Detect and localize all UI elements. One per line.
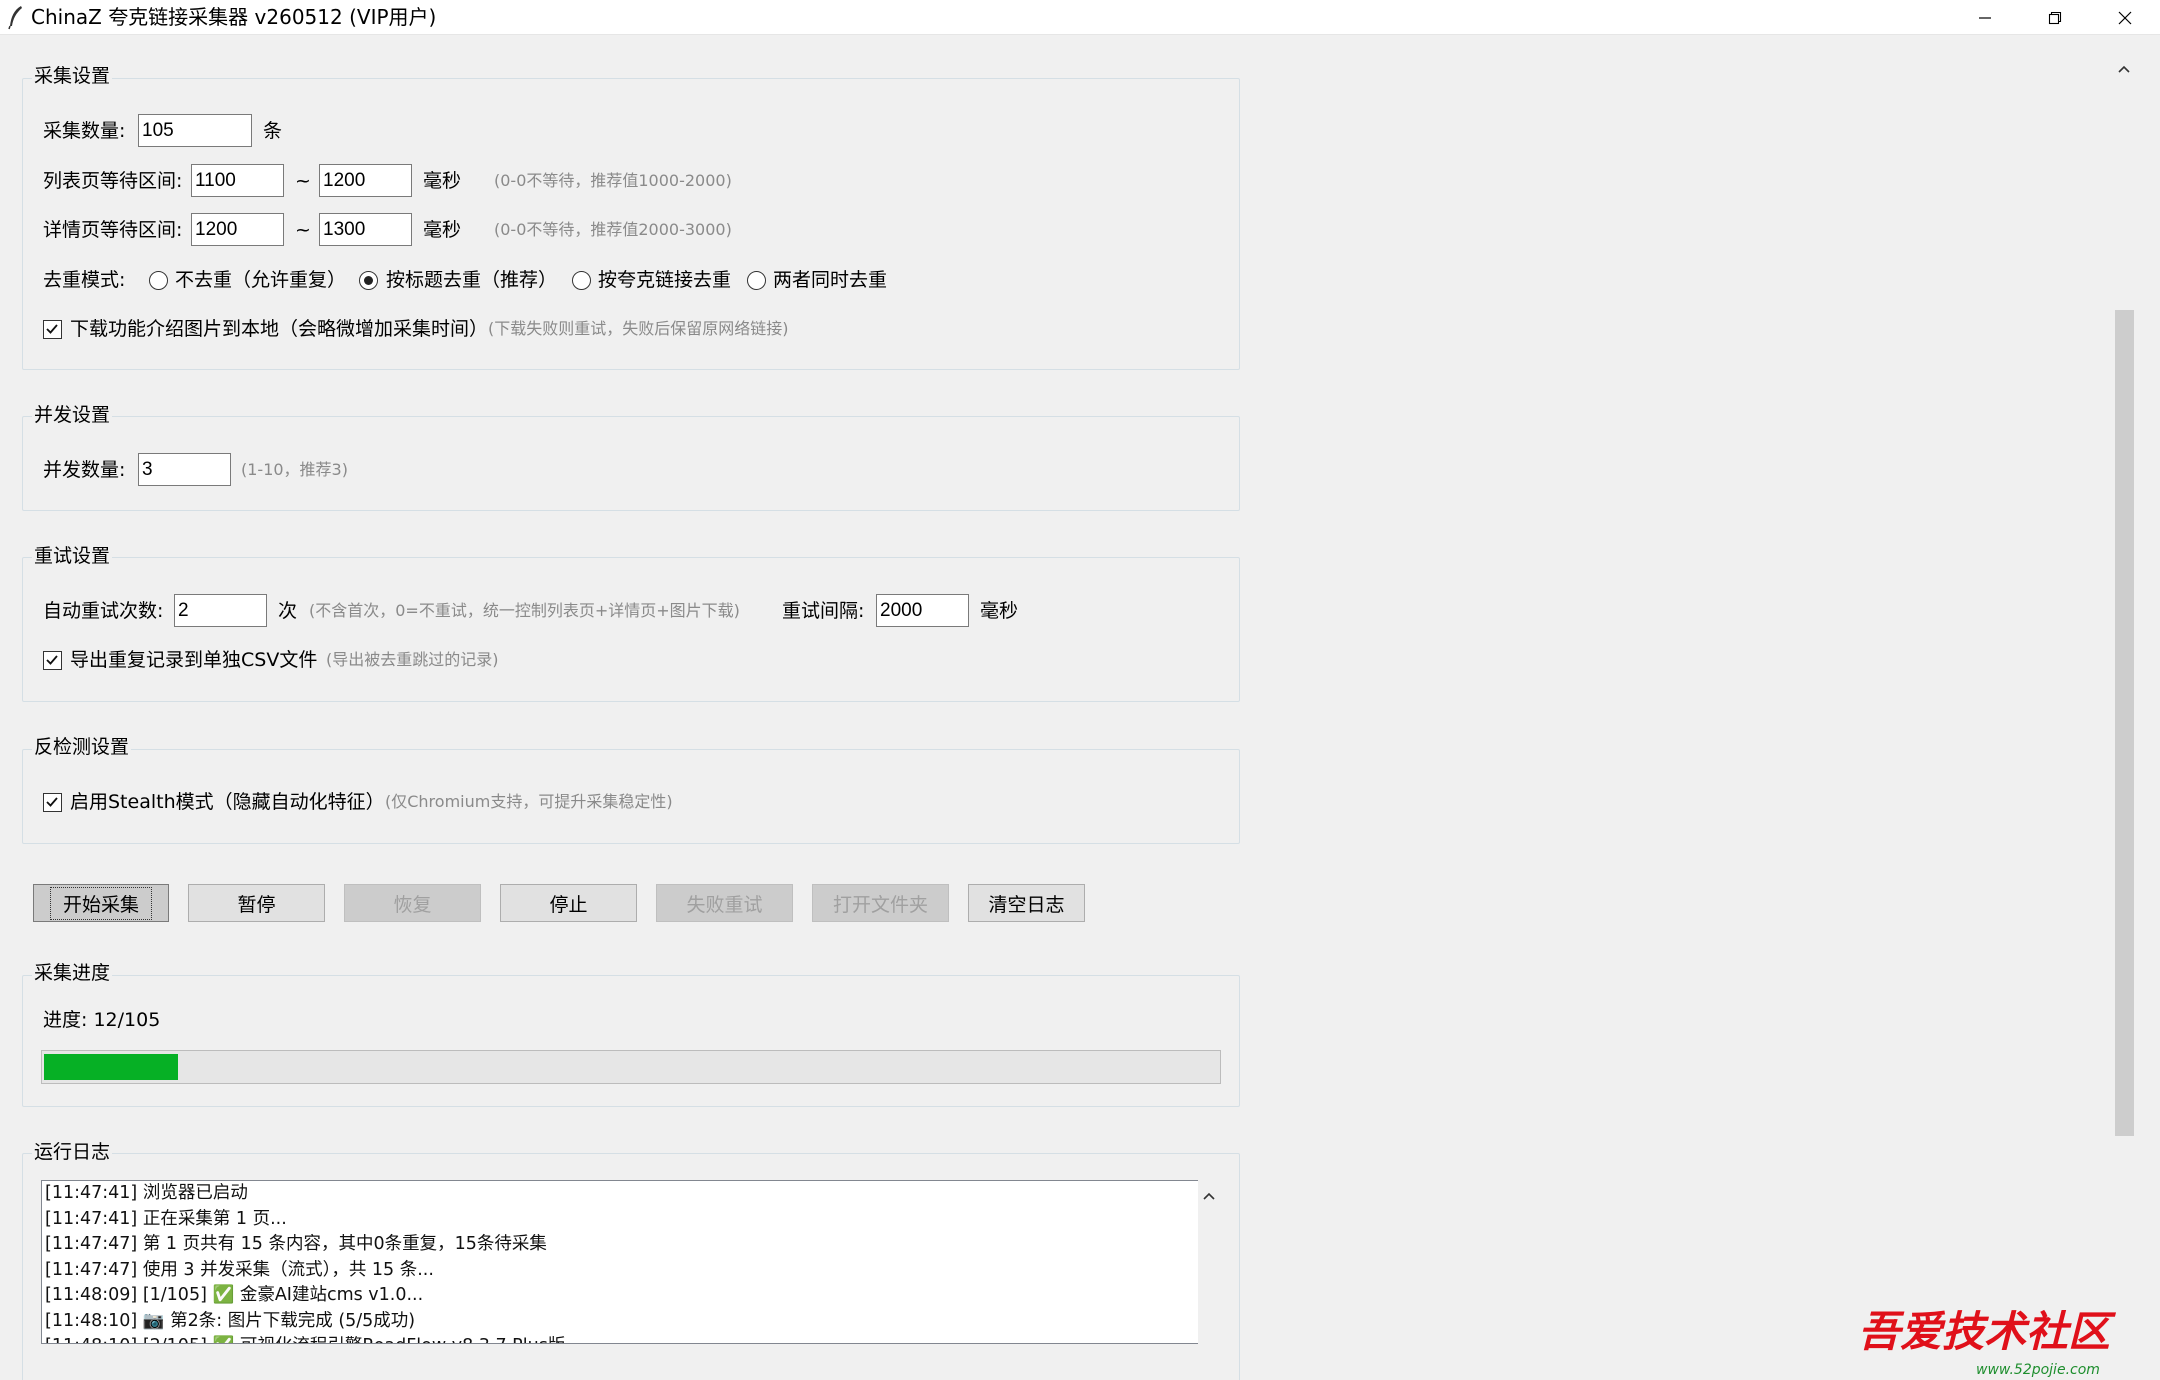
feather-icon (8, 6, 22, 30)
window-title: ChinaZ 夸克链接采集器 v260512 (VIP用户) (31, 5, 437, 29)
close-button[interactable] (2090, 0, 2160, 35)
close-icon (2118, 11, 2132, 24)
open-folder-button[interactable]: 打开文件夹 (812, 884, 949, 922)
detail-wait-max-input[interactable]: 1300 (319, 213, 412, 246)
retry-count-label: 自动重试次数: (43, 600, 164, 622)
checkmark-icon (46, 324, 58, 334)
stealth-checkbox[interactable] (43, 793, 62, 812)
retry-interval-label: 重试间隔: (782, 600, 865, 622)
minimize-icon (1979, 16, 1991, 19)
list-wait-min-input[interactable]: 1100 (191, 164, 284, 197)
retry-count-unit: 次 (278, 600, 298, 622)
log-textbox[interactable]: [11:47:41] 浏览器已启动 [11:47:41] 正在采集第 1 页...… (41, 1180, 1199, 1344)
dedupe-option-link[interactable]: 按夸克链接去重 (598, 267, 731, 293)
retry-interval-unit: 毫秒 (980, 600, 1019, 622)
retry-count-input[interactable]: 2 (174, 594, 267, 627)
retry-interval-input[interactable]: 2000 (876, 594, 969, 627)
collect-count-label: 采集数量: (43, 120, 126, 142)
download-images-hint: (下载失败则重试，失败后保留原网络链接) (488, 319, 789, 338)
log-line: [11:47:47] 第 1 页共有 15 条内容，其中0条重复，15条待采集 (45, 1234, 547, 1254)
detail-wait-tilde: ~ (295, 219, 311, 241)
chevron-up-icon[interactable] (2112, 58, 2136, 82)
detail-wait-label: 详情页等待区间: (43, 219, 183, 241)
concurrency-hint: (1-10，推荐3) (241, 460, 348, 479)
main-scrollbar-thumb[interactable] (2115, 310, 2134, 1136)
list-wait-label: 列表页等待区间: (43, 170, 183, 192)
start-button-label: 开始采集 (49, 886, 153, 920)
collect-count-input[interactable]: 105 (138, 114, 252, 147)
clear-log-button[interactable]: 清空日志 (968, 884, 1085, 922)
download-images-checkbox[interactable] (43, 320, 62, 339)
download-images-label[interactable]: 下载功能介绍图片到本地（会略微增加采集时间） (70, 316, 488, 342)
progress-bar (41, 1050, 1221, 1084)
export-duplicates-label[interactable]: 导出重复记录到单独CSV文件 (70, 647, 317, 673)
dedupe-radio-link[interactable] (572, 271, 591, 290)
progress-label: 进度: 12/105 (43, 1009, 161, 1031)
dedupe-radio-both[interactable] (747, 271, 766, 290)
log-scrollbar[interactable] (1198, 1180, 1220, 1344)
log-line: [11:47:41] 浏览器已启动 (45, 1183, 248, 1203)
log-line: [11:48:10] 📷 第2条: 图片下载完成 (5/5成功) (45, 1310, 416, 1331)
progress-bar-fill (44, 1054, 178, 1080)
watermark-title: 吾爱技术社区 (1858, 1307, 2117, 1356)
detail-wait-hint: (0-0不等待，推荐值2000-3000) (494, 220, 732, 239)
log-line: [11:47:47] 使用 3 并发采集（流式），共 15 条... (45, 1259, 434, 1280)
progress-group (22, 975, 1240, 1107)
detail-wait-min-input[interactable]: 1200 (191, 213, 284, 246)
dedupe-option-title[interactable]: 按标题去重（推荐） (386, 267, 557, 293)
concurrency-input[interactable]: 3 (138, 453, 231, 486)
pause-button[interactable]: 暂停 (188, 884, 325, 922)
list-wait-max-input[interactable]: 1200 (319, 164, 412, 197)
resume-button[interactable]: 恢复 (344, 884, 481, 922)
log-line: [11:48:09] [1/105] ✅ 金豪AI建站cms v1.0... (45, 1285, 424, 1305)
watermark-url: www.52pojie.com (1976, 1362, 2100, 1378)
dedupe-radio-none[interactable] (149, 271, 168, 290)
retry-settings-title: 重试设置 (32, 544, 113, 568)
watermark-logo: 吾爱技术社区 www.52pojie.com (1858, 1300, 2158, 1380)
start-button[interactable]: 开始采集 (33, 884, 169, 922)
checkmark-icon (46, 797, 58, 807)
collect-settings-title: 采集设置 (32, 64, 113, 88)
log-title: 运行日志 (32, 1140, 113, 1164)
dedupe-radio-title[interactable] (359, 271, 378, 290)
stop-button[interactable]: 停止 (500, 884, 637, 922)
anti-detect-title: 反检测设置 (32, 735, 132, 759)
restore-icon (2048, 11, 2062, 24)
dedupe-mode-label: 去重模式: (43, 269, 126, 291)
dedupe-option-both[interactable]: 两者同时去重 (773, 267, 887, 293)
minimize-button[interactable] (1950, 0, 2020, 35)
list-wait-hint: (0-0不等待，推荐值1000-2000) (494, 171, 732, 190)
export-duplicates-checkbox[interactable] (43, 651, 62, 670)
list-wait-tilde: ~ (295, 170, 311, 192)
list-wait-unit: 毫秒 (423, 170, 462, 192)
export-duplicates-hint: (导出被去重跳过的记录) (326, 650, 499, 669)
retry-settings-group (22, 557, 1240, 702)
progress-title: 采集进度 (32, 961, 113, 985)
retry-failed-button[interactable]: 失败重试 (656, 884, 793, 922)
log-line: [11:47:41] 正在采集第 1 页... (45, 1208, 287, 1229)
concurrency-settings-title: 并发设置 (32, 403, 113, 427)
checkmark-icon (46, 655, 58, 665)
title-bar: ChinaZ 夸克链接采集器 v260512 (VIP用户) (0, 0, 2160, 35)
dedupe-option-none[interactable]: 不去重（允许重复） (175, 267, 346, 293)
stealth-hint: (仅Chromium支持，可提升采集稳定性) (385, 792, 673, 811)
detail-wait-unit: 毫秒 (423, 219, 462, 241)
restore-button[interactable] (2020, 0, 2090, 35)
collect-count-unit: 条 (263, 120, 283, 142)
retry-count-hint: (不含首次，0=不重试，统一控制列表页+详情页+图片下载) (309, 601, 740, 620)
chevron-up-icon[interactable] (1198, 1186, 1220, 1208)
log-line: [11:48:10] [2/105] ✅ 可视化流程引擎RoadFlow v8.… (42, 1334, 1198, 1343)
concurrency-label: 并发数量: (43, 459, 126, 481)
stealth-label[interactable]: 启用Stealth模式（隐藏自动化特征） (70, 789, 385, 815)
